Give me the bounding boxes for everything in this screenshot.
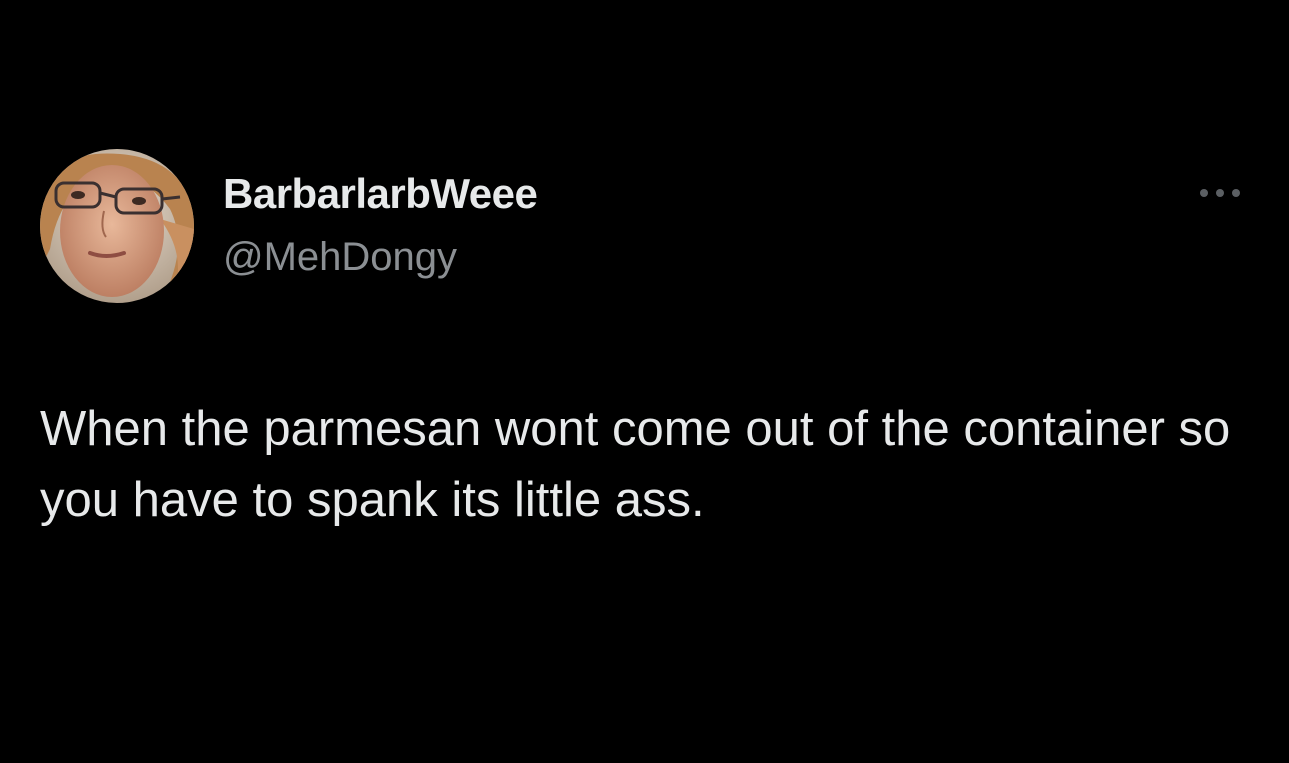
profile-photo-icon xyxy=(40,149,194,303)
author-handle[interactable]: @MehDongy xyxy=(223,235,457,280)
more-horizontal-icon xyxy=(1200,189,1240,197)
more-options-button[interactable] xyxy=(1194,180,1250,206)
author-display-name[interactable]: BarbarlarbWeee xyxy=(223,170,538,218)
tweet-card: BarbarlarbWeee @MehDongy When the parmes… xyxy=(0,0,1289,763)
author-avatar[interactable] xyxy=(40,149,194,303)
tweet-text: When the parmesan wont come out of the c… xyxy=(40,402,1231,527)
